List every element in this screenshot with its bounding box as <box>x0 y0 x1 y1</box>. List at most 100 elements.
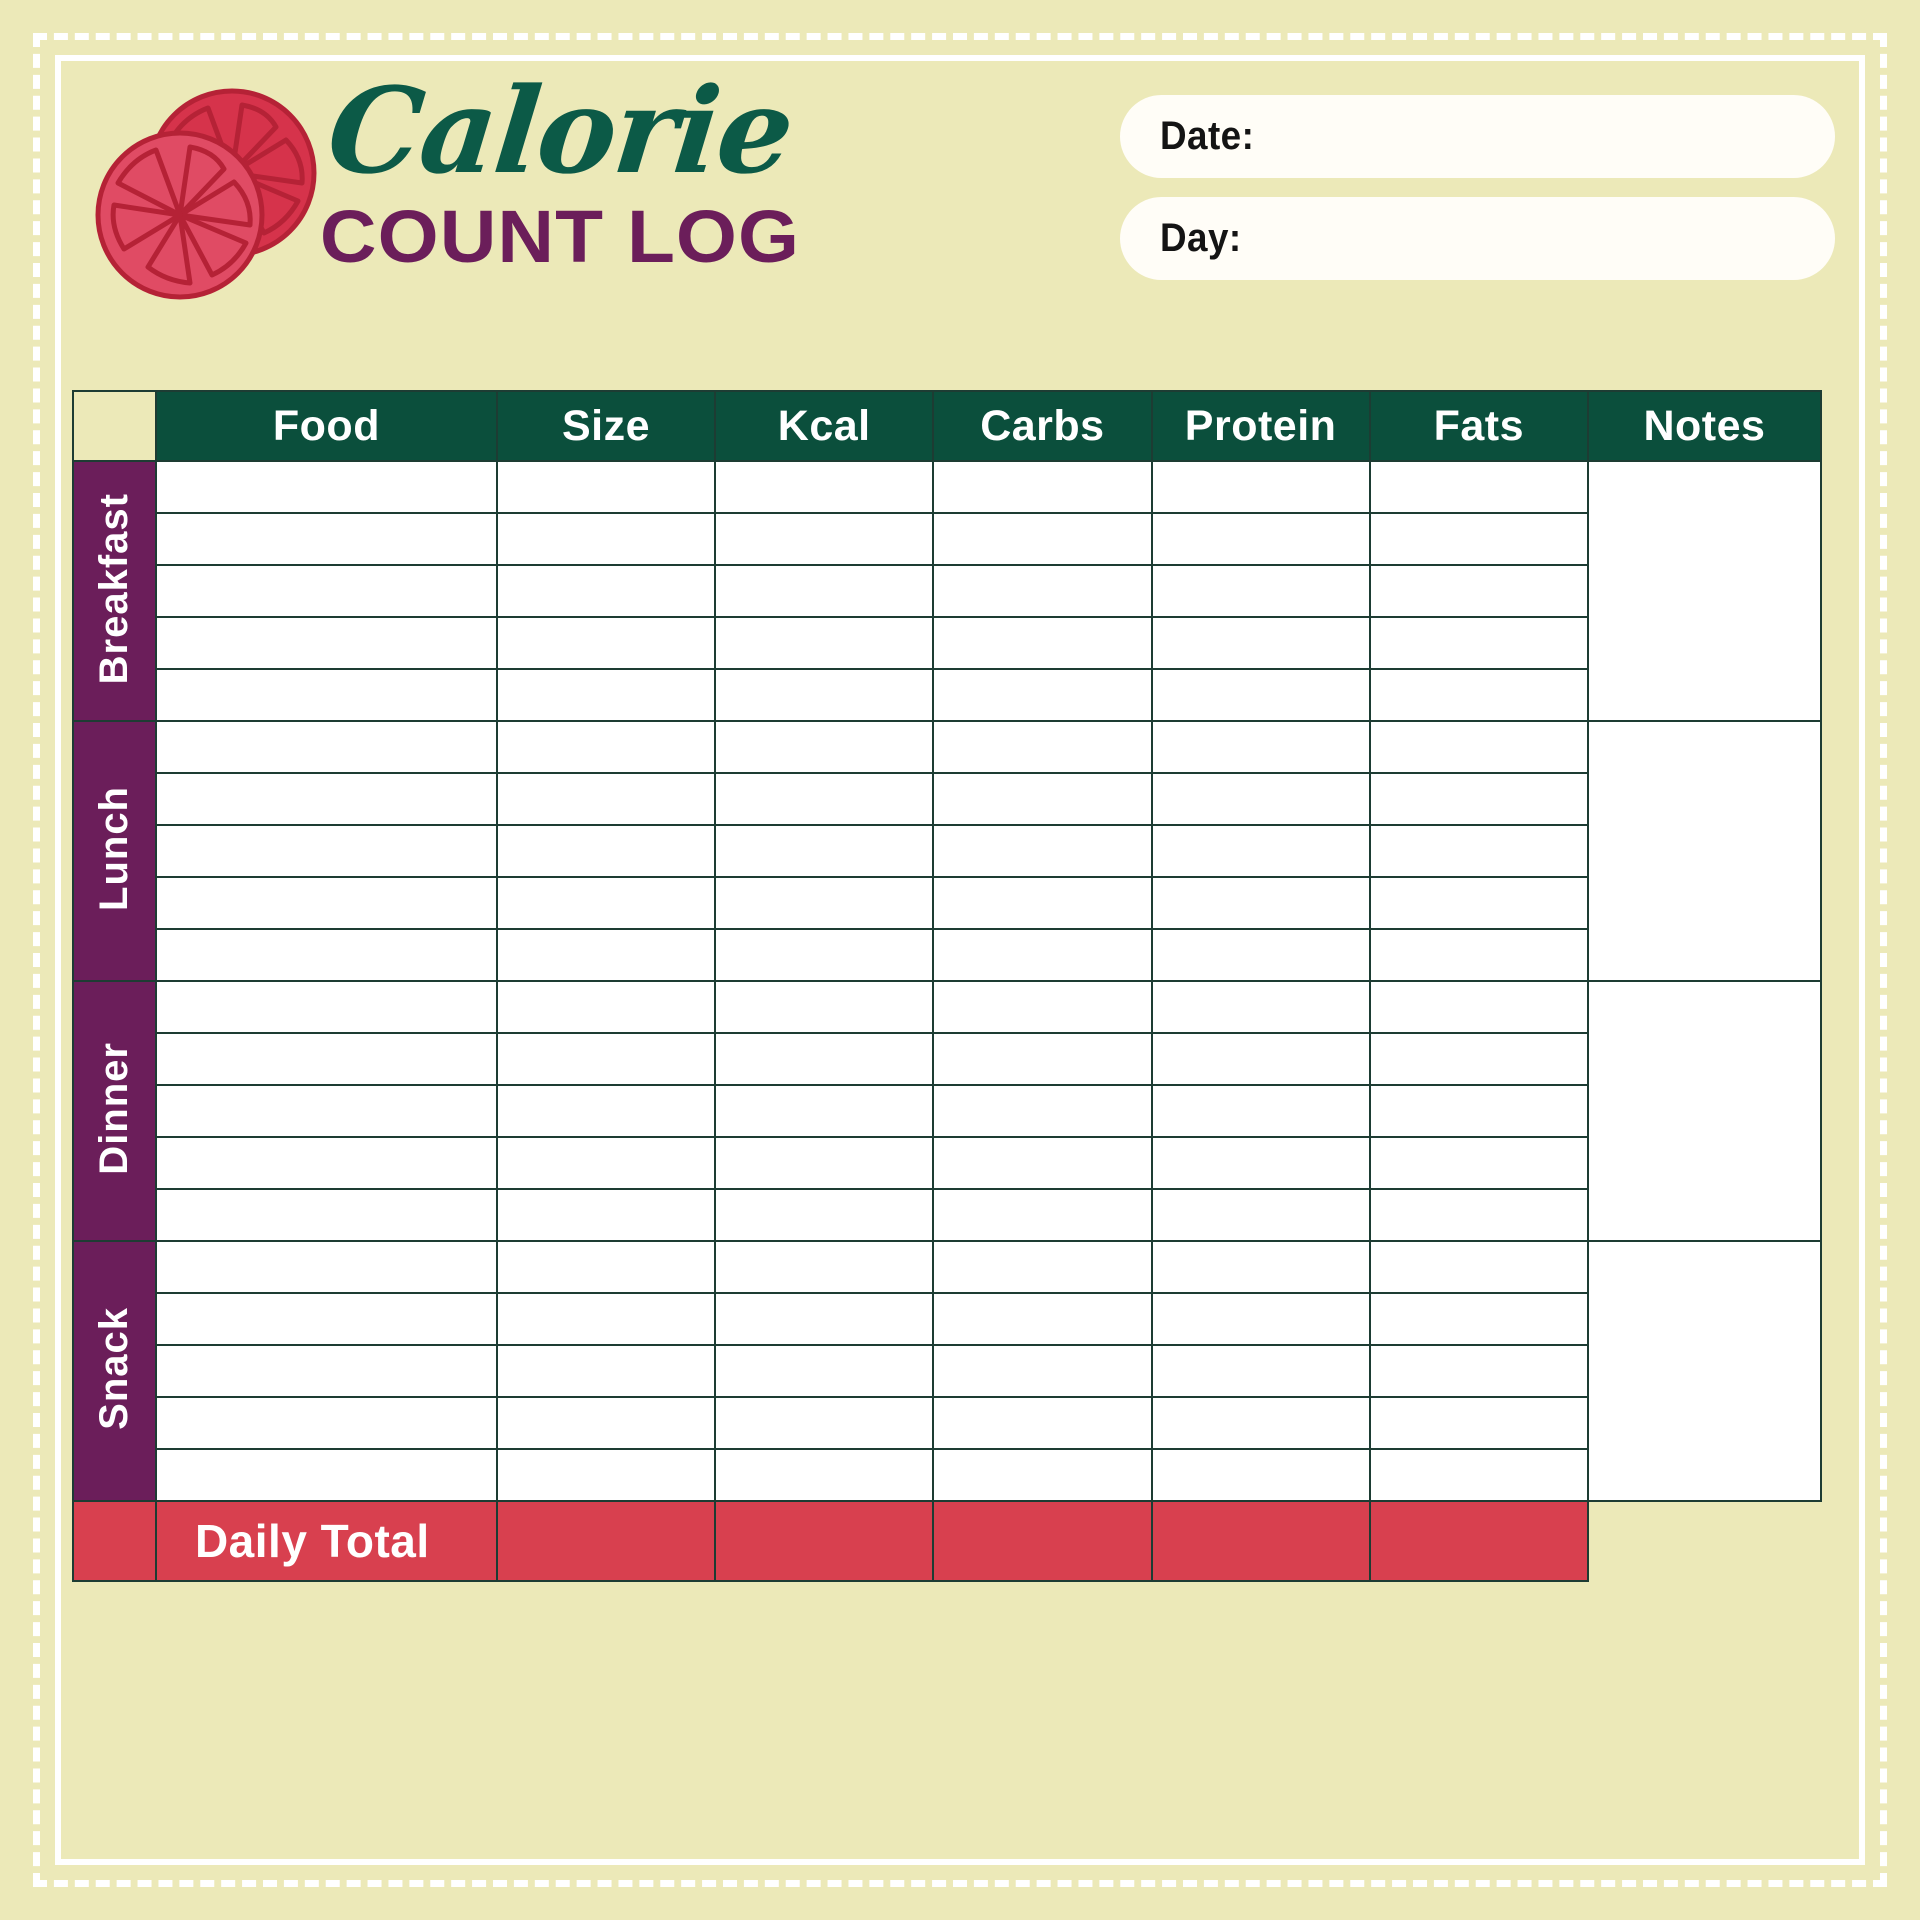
cell-carbs[interactable] <box>932 720 1153 774</box>
cell-kcal[interactable] <box>714 512 935 566</box>
cell-food[interactable] <box>154 1344 498 1398</box>
cell-size[interactable] <box>495 1084 717 1138</box>
cell-size[interactable] <box>495 876 717 930</box>
cell-kcal[interactable] <box>714 1448 935 1502</box>
cell-carbs[interactable] <box>932 824 1153 878</box>
cell-fats[interactable] <box>1368 1396 1589 1450</box>
notes-cell[interactable] <box>1586 720 1823 982</box>
cell-carbs[interactable] <box>932 1448 1153 1502</box>
cell-protein[interactable] <box>1150 824 1371 878</box>
cell-carbs[interactable] <box>932 1344 1153 1398</box>
cell-protein[interactable] <box>1150 1292 1371 1346</box>
cell-size[interactable] <box>495 668 717 722</box>
cell-kcal[interactable] <box>714 1188 935 1242</box>
cell-food[interactable] <box>154 980 498 1034</box>
cell-kcal[interactable] <box>714 616 935 670</box>
cell-kcal[interactable] <box>714 772 935 826</box>
cell-fats[interactable] <box>1368 980 1589 1034</box>
cell-fats[interactable] <box>1368 928 1589 982</box>
cell-size[interactable] <box>495 824 717 878</box>
cell-protein[interactable] <box>1150 720 1371 774</box>
cell-carbs[interactable] <box>932 772 1153 826</box>
cell-protein[interactable] <box>1150 1240 1371 1294</box>
cell-kcal[interactable] <box>714 564 935 618</box>
daily-total-protein-cell[interactable] <box>1150 1500 1371 1582</box>
cell-kcal[interactable] <box>714 1084 935 1138</box>
cell-kcal[interactable] <box>714 1240 935 1294</box>
cell-size[interactable] <box>495 1136 717 1190</box>
cell-size[interactable] <box>495 772 717 826</box>
cell-carbs[interactable] <box>932 512 1153 566</box>
cell-protein[interactable] <box>1150 772 1371 826</box>
cell-carbs[interactable] <box>932 876 1153 930</box>
cell-size[interactable] <box>495 1240 717 1294</box>
cell-kcal[interactable] <box>714 1396 935 1450</box>
cell-carbs[interactable] <box>932 1188 1153 1242</box>
cell-food[interactable] <box>154 616 498 670</box>
cell-fats[interactable] <box>1368 616 1589 670</box>
cell-size[interactable] <box>495 616 717 670</box>
cell-protein[interactable] <box>1150 1084 1371 1138</box>
cell-protein[interactable] <box>1150 616 1371 670</box>
cell-food[interactable] <box>154 720 498 774</box>
cell-fats[interactable] <box>1368 564 1589 618</box>
date-field[interactable]: Date: <box>1120 95 1835 178</box>
cell-fats[interactable] <box>1368 668 1589 722</box>
cell-kcal[interactable] <box>714 824 935 878</box>
cell-food[interactable] <box>154 564 498 618</box>
cell-food[interactable] <box>154 1084 498 1138</box>
cell-protein[interactable] <box>1150 1136 1371 1190</box>
daily-total-kcal-cell[interactable] <box>714 1500 935 1582</box>
cell-carbs[interactable] <box>932 616 1153 670</box>
cell-protein[interactable] <box>1150 668 1371 722</box>
cell-size[interactable] <box>495 1344 717 1398</box>
cell-carbs[interactable] <box>932 1396 1153 1450</box>
cell-fats[interactable] <box>1368 772 1589 826</box>
cell-food[interactable] <box>154 1240 498 1294</box>
cell-food[interactable] <box>154 876 498 930</box>
cell-fats[interactable] <box>1368 512 1589 566</box>
cell-protein[interactable] <box>1150 512 1371 566</box>
cell-carbs[interactable] <box>932 928 1153 982</box>
cell-kcal[interactable] <box>714 668 935 722</box>
cell-protein[interactable] <box>1150 876 1371 930</box>
cell-fats[interactable] <box>1368 1084 1589 1138</box>
cell-protein[interactable] <box>1150 1344 1371 1398</box>
cell-kcal[interactable] <box>714 1292 935 1346</box>
daily-total-fats-cell[interactable] <box>1368 1500 1589 1582</box>
cell-kcal[interactable] <box>714 980 935 1034</box>
cell-food[interactable] <box>154 824 498 878</box>
cell-carbs[interactable] <box>932 1032 1153 1086</box>
cell-kcal[interactable] <box>714 460 935 514</box>
notes-cell[interactable] <box>1586 1240 1823 1502</box>
cell-carbs[interactable] <box>932 1084 1153 1138</box>
cell-protein[interactable] <box>1150 460 1371 514</box>
cell-food[interactable] <box>154 1136 498 1190</box>
day-field[interactable]: Day: <box>1120 197 1835 280</box>
cell-size[interactable] <box>495 1292 717 1346</box>
cell-food[interactable] <box>154 928 498 982</box>
cell-fats[interactable] <box>1368 824 1589 878</box>
cell-protein[interactable] <box>1150 928 1371 982</box>
cell-carbs[interactable] <box>932 980 1153 1034</box>
cell-protein[interactable] <box>1150 564 1371 618</box>
cell-fats[interactable] <box>1368 1448 1589 1502</box>
cell-food[interactable] <box>154 1032 498 1086</box>
cell-fats[interactable] <box>1368 720 1589 774</box>
cell-fats[interactable] <box>1368 1136 1589 1190</box>
cell-size[interactable] <box>495 1396 717 1450</box>
notes-cell[interactable] <box>1586 460 1823 722</box>
cell-food[interactable] <box>154 512 498 566</box>
cell-size[interactable] <box>495 720 717 774</box>
cell-kcal[interactable] <box>714 720 935 774</box>
cell-fats[interactable] <box>1368 460 1589 514</box>
cell-protein[interactable] <box>1150 1448 1371 1502</box>
cell-carbs[interactable] <box>932 668 1153 722</box>
cell-kcal[interactable] <box>714 928 935 982</box>
cell-food[interactable] <box>154 460 498 514</box>
cell-size[interactable] <box>495 928 717 982</box>
cell-carbs[interactable] <box>932 1136 1153 1190</box>
cell-size[interactable] <box>495 980 717 1034</box>
cell-protein[interactable] <box>1150 1032 1371 1086</box>
cell-fats[interactable] <box>1368 1292 1589 1346</box>
